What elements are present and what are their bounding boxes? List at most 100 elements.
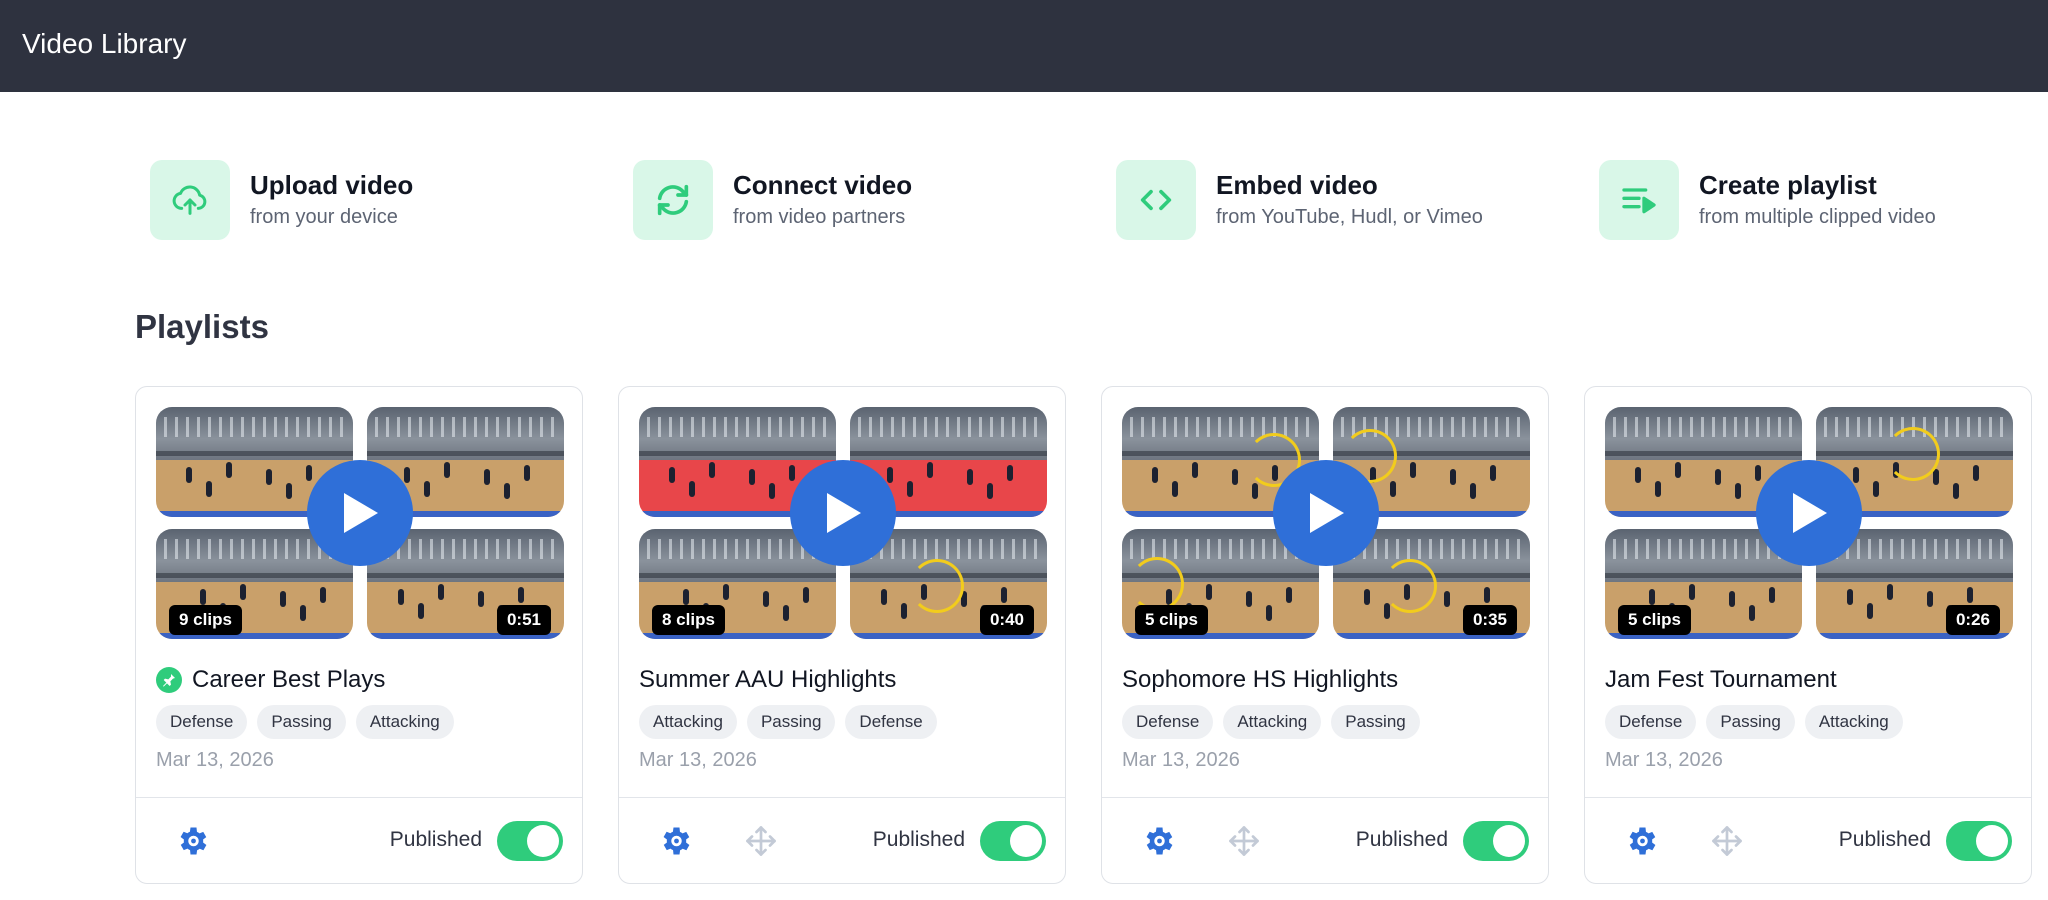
- player-figure: [1655, 481, 1661, 497]
- toggle-knob: [1976, 825, 2008, 857]
- gear-icon[interactable]: [1623, 823, 1659, 859]
- tag: Passing: [1706, 705, 1795, 739]
- tag: Defense: [1605, 705, 1697, 739]
- playlists-heading: Playlists: [135, 308, 269, 345]
- player-figure: [1246, 591, 1252, 607]
- playlist-date: Mar 13, 2026: [156, 749, 274, 771]
- playlist-date: Mar 13, 2026: [1122, 749, 1240, 771]
- player-figure: [1364, 589, 1370, 605]
- playlist-preview[interactable]: 5 clips 0:26: [1605, 407, 2013, 639]
- playlist-card[interactable]: 8 clips 0:40 Summer AAU Highlights Attac…: [618, 386, 1066, 884]
- playlist-name[interactable]: Summer AAU Highlights: [639, 663, 896, 697]
- thumbnail-net: [156, 573, 353, 578]
- published-label: Published: [872, 828, 965, 851]
- action-title: Connect video: [733, 170, 913, 200]
- embed-video-action[interactable]: Embed video from YouTube, Hudl, or Vimeo: [1116, 160, 1483, 240]
- player-figure: [266, 469, 272, 485]
- published-toggle[interactable]: [1946, 821, 2012, 861]
- highlight-ring: [910, 559, 964, 613]
- play-button[interactable]: [1756, 460, 1862, 566]
- player-figure: [1286, 587, 1292, 603]
- player-figure: [518, 587, 524, 603]
- page-title: Video Library: [22, 28, 187, 59]
- tag: Attacking: [1223, 705, 1322, 739]
- action-subtitle: from your device: [250, 206, 398, 228]
- playlist-preview[interactable]: 5 clips 0:35: [1122, 407, 1530, 639]
- published-label: Published: [1838, 828, 1931, 851]
- playlist-preview[interactable]: 9 clips 0:51: [156, 407, 564, 639]
- playlist-name[interactable]: Sophomore HS Highlights: [1122, 663, 1398, 697]
- player-figure: [1490, 465, 1496, 481]
- thumbnail-net: [1605, 573, 1802, 578]
- upload-video-action[interactable]: Upload video from your device: [150, 160, 413, 240]
- tag: Defense: [845, 705, 937, 739]
- player-figure: [1484, 587, 1490, 603]
- playlist-name[interactable]: Jam Fest Tournament: [1605, 663, 1837, 697]
- thumbnail-net: [367, 451, 564, 456]
- player-figure: [1390, 481, 1396, 497]
- player-figure: [1867, 603, 1873, 619]
- player-figure: [1649, 589, 1655, 605]
- play-button[interactable]: [307, 460, 413, 566]
- tag: Defense: [156, 705, 248, 739]
- tag: Attacking: [355, 705, 454, 739]
- connect-video-action[interactable]: Connect video from video partners: [633, 160, 912, 240]
- player-figure: [1675, 462, 1681, 478]
- duration-badge: 0:26: [1945, 605, 2000, 635]
- player-figure: [240, 584, 246, 600]
- player-figure: [689, 481, 695, 497]
- player-figure: [1973, 465, 1979, 481]
- action-title: Upload video: [250, 170, 414, 200]
- tag: Passing: [746, 705, 836, 739]
- code-icon: [1116, 160, 1196, 240]
- player-figure: [1001, 587, 1007, 603]
- playlist-preview[interactable]: 8 clips 0:40: [639, 407, 1047, 639]
- player-figure: [306, 465, 312, 481]
- player-figure: [1007, 465, 1013, 481]
- player-figure: [901, 603, 907, 619]
- thumbnail-net: [1605, 451, 1802, 456]
- thumbnail-net: [156, 451, 353, 456]
- player-figure: [683, 589, 689, 605]
- highlight-ring: [1130, 557, 1184, 611]
- play-icon: [1793, 493, 1827, 533]
- play-icon: [344, 493, 378, 533]
- player-figure: [1729, 591, 1735, 607]
- playlist-name-text: Career Best Plays: [192, 666, 386, 693]
- tag: Defense: [1122, 705, 1214, 739]
- move-icon[interactable]: [743, 823, 779, 859]
- player-figure: [1635, 467, 1641, 483]
- divider: [136, 797, 582, 798]
- published-toggle[interactable]: [1463, 821, 1529, 861]
- player-figure: [1847, 589, 1853, 605]
- playlist-name[interactable]: Career Best Plays: [156, 663, 385, 697]
- player-figure: [226, 462, 232, 478]
- move-icon[interactable]: [1709, 823, 1745, 859]
- player-figure: [1927, 591, 1933, 607]
- gear-icon[interactable]: [1140, 823, 1176, 859]
- player-figure: [803, 587, 809, 603]
- player-figure: [320, 587, 326, 603]
- published-toggle[interactable]: [980, 821, 1046, 861]
- gear-icon[interactable]: [657, 823, 693, 859]
- thumbnail-lights: [1613, 417, 1794, 437]
- playlist-name-text: Sophomore HS Highlights: [1122, 666, 1399, 693]
- playlist-card[interactable]: 5 clips 0:35 Sophomore HS Highlights Def…: [1101, 386, 1549, 884]
- tag: Attacking: [1804, 705, 1903, 739]
- action-title: Embed video: [1216, 170, 1378, 200]
- playlist-card[interactable]: 5 clips 0:26 Jam Fest Tournament Defense…: [1584, 386, 2032, 884]
- thumbnail-net: [639, 451, 836, 456]
- thumbnail-net: [367, 573, 564, 578]
- playlist-card[interactable]: 9 clips 0:51 Career Best Plays Defense P…: [135, 386, 583, 884]
- player-figure: [1172, 481, 1178, 497]
- play-button[interactable]: [1273, 460, 1379, 566]
- playlist-name-text: Summer AAU Highlights: [639, 666, 897, 693]
- create-playlist-action[interactable]: Create playlist from multiple clipped vi…: [1599, 160, 1936, 240]
- player-figure: [907, 481, 913, 497]
- gear-icon[interactable]: [174, 823, 210, 859]
- move-icon[interactable]: [1226, 823, 1262, 859]
- published-toggle[interactable]: [497, 821, 563, 861]
- play-button[interactable]: [790, 460, 896, 566]
- play-icon: [827, 493, 861, 533]
- published-label: Published: [389, 828, 482, 851]
